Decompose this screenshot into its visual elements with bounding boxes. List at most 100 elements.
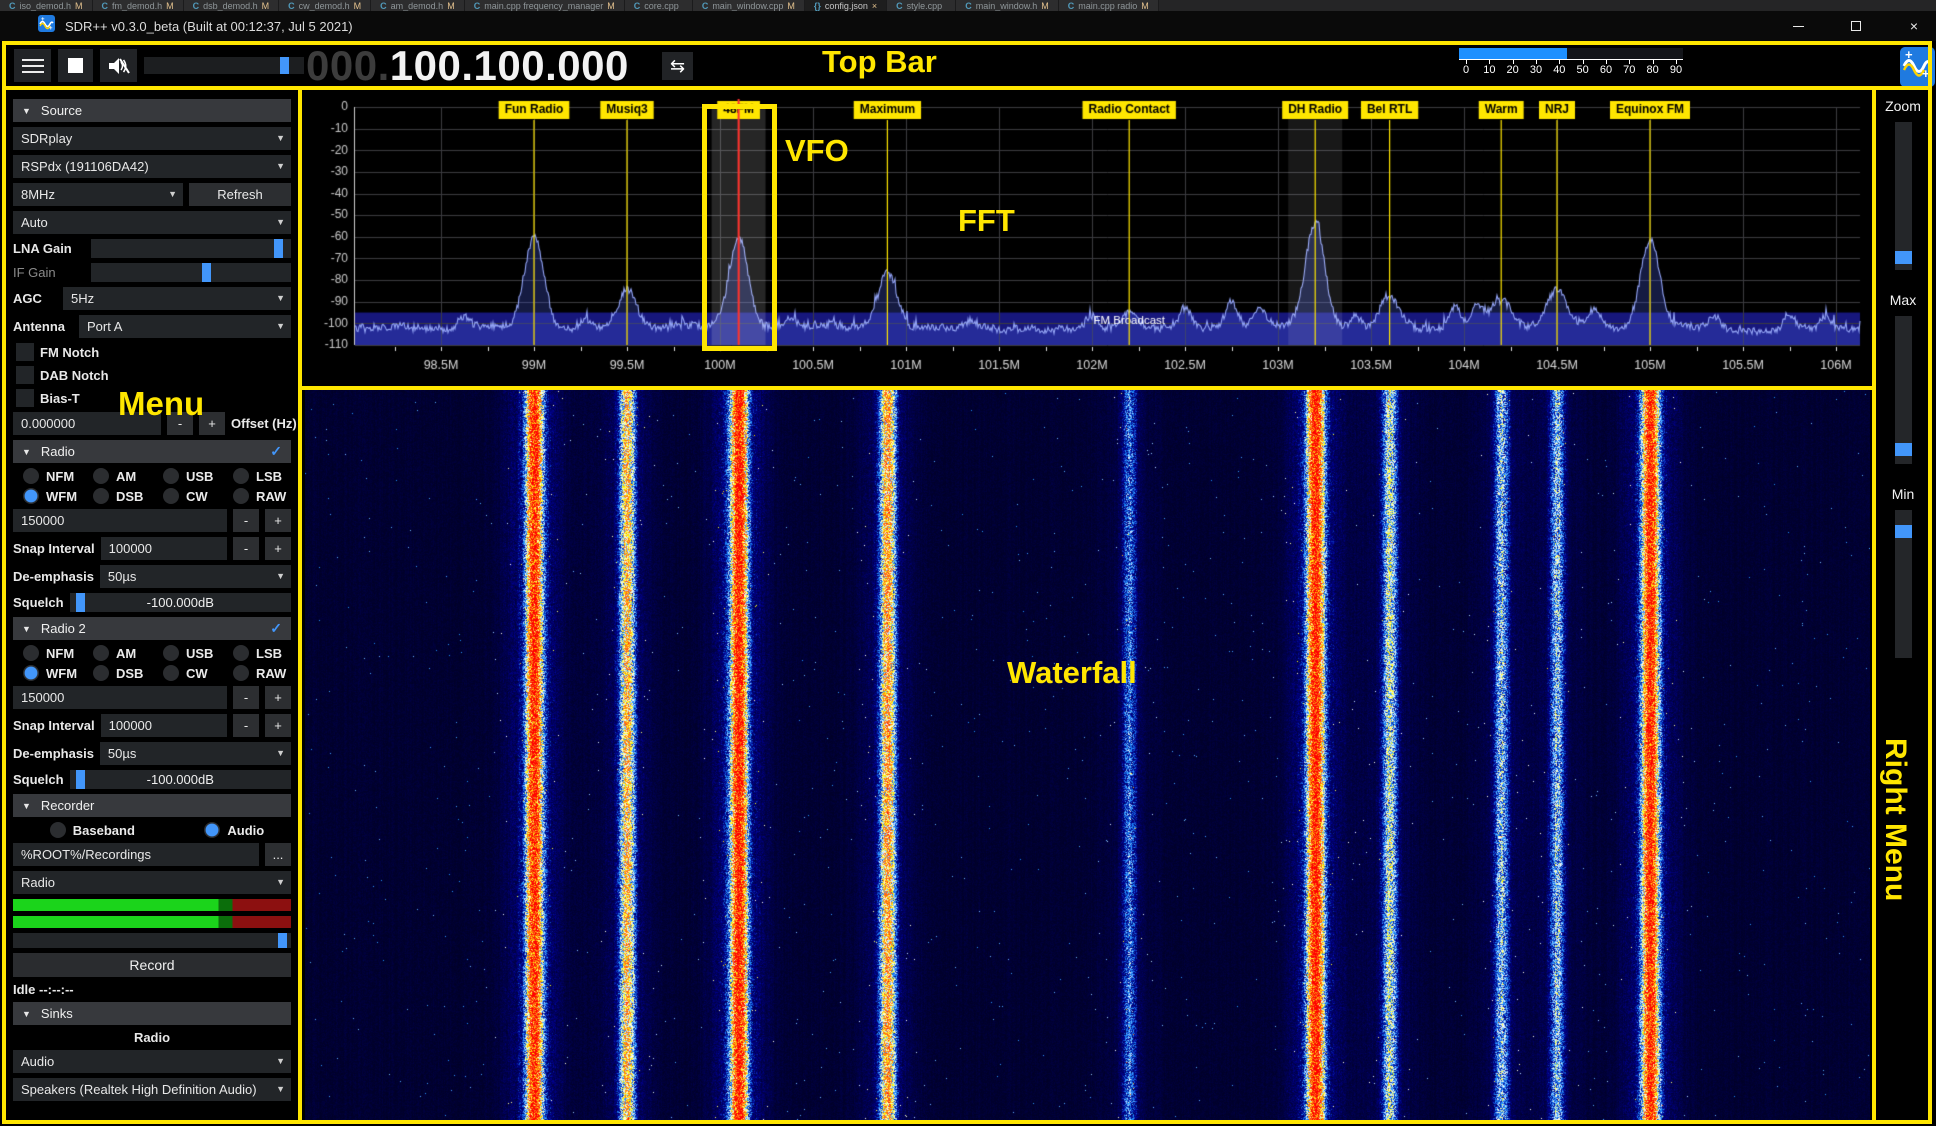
recorder-audio-option[interactable]: Audio — [194, 822, 264, 838]
source-driver-select[interactable]: SDRplay▼ — [13, 127, 291, 150]
radio-bandwidth-input[interactable]: 150000 — [13, 509, 227, 532]
squelch-slider[interactable]: -100.000dB — [70, 770, 291, 789]
waterfall-canvas[interactable] — [305, 390, 1870, 1120]
volume-slider-handle[interactable] — [280, 57, 289, 74]
snap-minus-button[interactable]: - — [233, 537, 259, 560]
lna-gain-slider[interactable] — [91, 239, 291, 258]
mode-option-wfm[interactable]: WFM — [13, 665, 81, 681]
refresh-button[interactable]: Refresh — [189, 183, 291, 206]
mode-option-cw[interactable]: CW — [153, 665, 221, 681]
browse-button[interactable]: ... — [265, 843, 291, 866]
mode-option-nfm[interactable]: NFM — [13, 468, 81, 484]
radio2-section-header[interactable]: ▼ Radio 2 ✓ — [13, 617, 291, 640]
recorder-section-header[interactable]: ▼ Recorder — [13, 794, 291, 817]
radio-circle — [23, 468, 39, 484]
fft-display[interactable] — [305, 93, 1870, 383]
if-gain-handle[interactable] — [202, 263, 211, 282]
max-slider-handle[interactable] — [1895, 443, 1912, 456]
bandwidth-minus-button[interactable]: - — [233, 509, 259, 532]
mode-option-lsb[interactable]: LSB — [223, 645, 291, 661]
record-button[interactable]: Record — [13, 953, 291, 977]
mute-button[interactable] — [100, 49, 137, 82]
sink-device-select[interactable]: Speakers (Realtek High Definition Audio)… — [13, 1078, 291, 1101]
fft-canvas[interactable] — [305, 93, 1870, 383]
stop-button[interactable] — [58, 49, 93, 82]
snap-interval-input[interactable]: 100000 — [101, 714, 227, 737]
snap-minus-button[interactable]: - — [233, 714, 259, 737]
editor-tab[interactable]: Cmain_window.cppM — [693, 0, 805, 11]
mode-option-wfm[interactable]: WFM — [13, 488, 81, 504]
mode-option-lsb[interactable]: LSB — [223, 468, 291, 484]
samplerate-select[interactable]: Auto▼ — [13, 211, 291, 234]
radio2-bandwidth-input[interactable]: 150000 — [13, 686, 227, 709]
mode-option-cw[interactable]: CW — [153, 488, 221, 504]
snap-plus-button[interactable]: + — [265, 537, 291, 560]
menu-toggle-button[interactable] — [14, 49, 51, 82]
bandwidth-select[interactable]: 8MHz▼ — [13, 183, 183, 206]
mode-option-dsb[interactable]: DSB — [83, 665, 151, 681]
source-section-header[interactable]: ▼ Source — [13, 99, 291, 122]
zoom-slider-handle[interactable] — [1895, 251, 1912, 264]
zoom-slider[interactable] — [1895, 122, 1912, 270]
snap-plus-button[interactable]: + — [265, 714, 291, 737]
modified-marker: × — [872, 0, 877, 11]
waterfall-display[interactable] — [305, 390, 1870, 1120]
snap-interval-input[interactable]: 100000 — [101, 537, 227, 560]
radio-circle — [233, 488, 249, 504]
frequency-display[interactable]: 000.100.100.000 — [306, 42, 629, 90]
editor-tab[interactable]: Cdsb_demod.hM — [184, 0, 280, 11]
max-slider[interactable] — [1895, 316, 1912, 464]
mode-option-raw[interactable]: RAW — [223, 488, 291, 504]
bias-t-checkbox[interactable] — [16, 389, 34, 407]
top-bar: 000.100.100.000 ⇆ 0102030405060708090 ++ — [6, 45, 1926, 86]
editor-tab[interactable]: Ccore.cpp — [625, 0, 693, 11]
antenna-select[interactable]: Port A▼ — [79, 315, 291, 338]
recorder-volume-handle[interactable] — [278, 933, 287, 948]
mode-option-am[interactable]: AM — [83, 468, 151, 484]
mode-option-nfm[interactable]: NFM — [13, 645, 81, 661]
agc-select[interactable]: 5Hz▼ — [63, 287, 291, 310]
vfo-swap-button[interactable]: ⇆ — [662, 52, 693, 80]
lna-gain-handle[interactable] — [274, 239, 283, 258]
editor-tab[interactable]: Cmain.cpp radioM — [1059, 0, 1159, 11]
deemphasis-select[interactable]: 50µs▼ — [100, 565, 291, 588]
mode-option-raw[interactable]: RAW — [223, 665, 291, 681]
source-device-select[interactable]: RSPdx (191106DA42)▼ — [13, 155, 291, 178]
recording-path-input[interactable]: %ROOT%/Recordings — [13, 843, 259, 866]
squelch-slider[interactable]: -100.000dB — [70, 593, 291, 612]
mode-option-usb[interactable]: USB — [153, 468, 221, 484]
editor-tab[interactable]: Cstyle.cpp — [887, 0, 956, 11]
editor-tab[interactable]: Cam_demod.hM — [371, 0, 465, 11]
recorder-baseband-option[interactable]: Baseband — [40, 822, 135, 838]
deemphasis-select[interactable]: 50µs▼ — [100, 742, 291, 765]
editor-tab[interactable]: Cfm_demod.hM — [93, 0, 184, 11]
min-slider[interactable] — [1895, 510, 1912, 658]
mode-option-am[interactable]: AM — [83, 645, 151, 661]
close-button[interactable]: × — [1900, 15, 1928, 37]
maximize-button[interactable] — [1842, 15, 1870, 37]
editor-tab[interactable]: Ccw_demod.hM — [279, 0, 371, 11]
editor-tab[interactable]: Ciso_demod.hM — [0, 0, 93, 11]
min-slider-handle[interactable] — [1895, 525, 1912, 538]
minimize-button[interactable] — [1784, 15, 1812, 37]
sink-type-select[interactable]: Audio▼ — [13, 1050, 291, 1073]
mode-option-dsb[interactable]: DSB — [83, 488, 151, 504]
editor-tab[interactable]: {}config.json× — [805, 0, 887, 11]
chevron-down-icon: ▼ — [276, 1078, 285, 1101]
if-gain-slider[interactable] — [91, 263, 291, 282]
mode-option-usb[interactable]: USB — [153, 645, 221, 661]
bandwidth-plus-button[interactable]: + — [265, 686, 291, 709]
volume-slider[interactable] — [144, 57, 304, 74]
recorder-stream-select[interactable]: Radio▼ — [13, 871, 291, 894]
bandwidth-plus-button[interactable]: + — [265, 509, 291, 532]
radio-section-header[interactable]: ▼ Radio ✓ — [13, 440, 291, 463]
bandwidth-minus-button[interactable]: - — [233, 686, 259, 709]
fm-notch-checkbox[interactable] — [16, 343, 34, 361]
editor-tab[interactable]: Cmain.cpp frequency_managerM — [465, 0, 625, 11]
enabled-check-icon[interactable]: ✓ — [270, 443, 282, 460]
editor-tab[interactable]: Cmain_window.hM — [956, 0, 1059, 11]
dab-notch-checkbox[interactable] — [16, 366, 34, 384]
sinks-section-header[interactable]: ▼ Sinks — [13, 1002, 291, 1025]
enabled-check-icon[interactable]: ✓ — [270, 620, 282, 637]
recorder-volume-slider[interactable] — [13, 933, 291, 948]
